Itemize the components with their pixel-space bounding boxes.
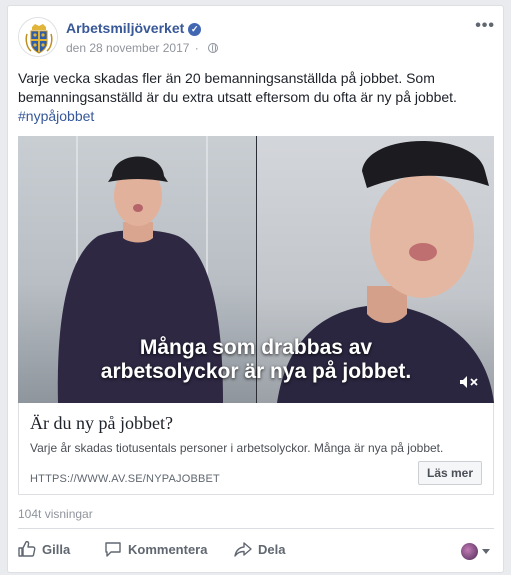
like-label[interactable]: Gilla [42, 542, 70, 557]
verified-badge-icon: ✓ [188, 23, 202, 36]
video-caption: Många som drabbas av arbetsolyckor är ny… [18, 336, 494, 384]
feed-post: Arbetsmiljöverket ✓ den 28 november 2017 … [7, 5, 504, 573]
post-header: Arbetsmiljöverket ✓ den 28 november 2017 … [18, 17, 495, 61]
more-options-button[interactable]: ••• [475, 17, 495, 35]
post-text: Varje vecka skadas fler än 20 bemannings… [18, 69, 498, 126]
viewer-avatar [461, 543, 478, 560]
comment-label[interactable]: Kommentera [128, 542, 207, 557]
share-label[interactable]: Dela [258, 542, 285, 557]
page-name-link[interactable]: Arbetsmiljöverket ✓ [66, 20, 202, 36]
divider [18, 528, 494, 529]
chevron-down-icon [482, 549, 490, 554]
coat-of-arms-logo [19, 18, 57, 56]
post-text-line: bemanningsanställd är du extra utsatt ef… [18, 89, 457, 105]
link-description: Varje år skadas tiotusentals personer i … [30, 441, 444, 455]
post-text-line: Varje vecka skadas fler än 20 bemannings… [18, 70, 435, 86]
muted-speaker-icon[interactable] [459, 375, 479, 389]
post-date[interactable]: den 28 november 2017 [66, 41, 189, 55]
page-name[interactable]: Arbetsmiljöverket [66, 20, 184, 36]
post-actions: Gilla Kommentera Dela [18, 536, 494, 568]
page-avatar[interactable] [18, 17, 58, 57]
link-title[interactable]: Är du ny på jobbet? [30, 413, 173, 434]
thumbs-up-icon [18, 540, 36, 557]
speech-bubble-icon [105, 542, 121, 557]
comment-button[interactable]: Kommentera [104, 540, 207, 558]
meta-separator: · [194, 41, 199, 55]
link-url: HTTPS://WWW.AV.SE/NYPAJOBBET [30, 473, 220, 485]
share-arrow-icon [234, 542, 252, 557]
hashtag-link[interactable]: #nypåjobbet [18, 107, 498, 126]
globe-icon[interactable] [208, 43, 219, 53]
caption-line: arbetsolyckor är nya på jobbet. [100, 360, 412, 383]
video-player[interactable]: Många som drabbas av arbetsolyckor är ny… [18, 136, 494, 403]
like-button[interactable]: Gilla [18, 540, 70, 558]
view-count[interactable]: 104t visningar [18, 507, 93, 521]
post-meta: den 28 november 2017 · [66, 41, 219, 55]
share-button[interactable]: Dela [234, 540, 285, 558]
caption-line: Många som drabbas av [139, 336, 373, 359]
link-preview[interactable]: Är du ny på jobbet? Varje år skadas tiot… [18, 403, 494, 495]
viewer-avatar-picker[interactable] [461, 543, 490, 560]
learn-more-button[interactable]: Läs mer [418, 461, 482, 485]
